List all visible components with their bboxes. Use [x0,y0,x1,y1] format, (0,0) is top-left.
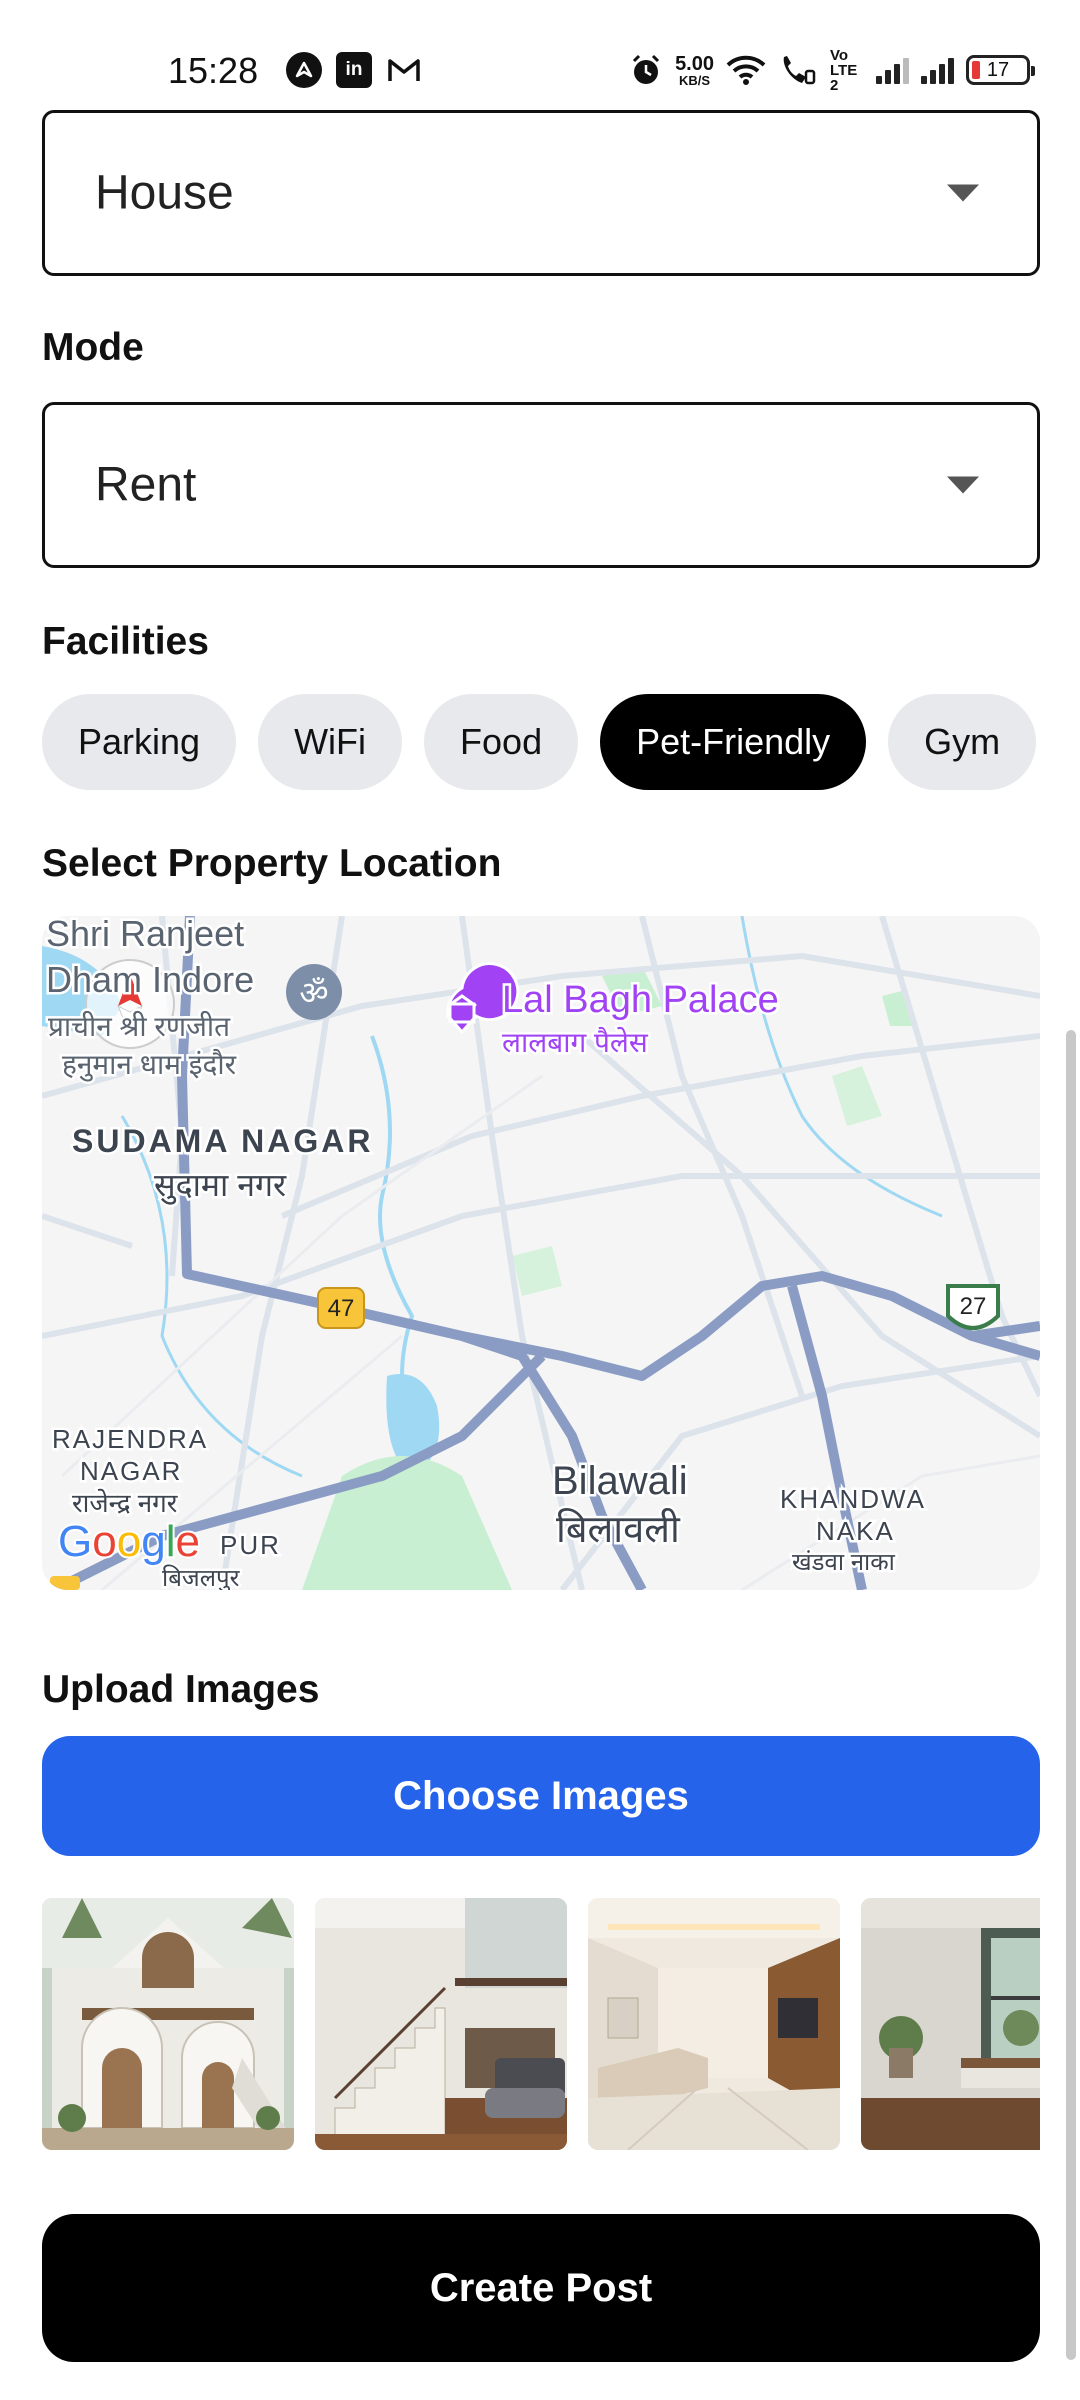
map-label-lal-bagh-hindi: लालबाग पैलेस [502,1026,649,1058]
map-label-rajendra-hindi: राजेन्द्र नगर [72,1488,179,1518]
living-room-sofa-image[interactable] [588,1898,840,2150]
svg-text:27: 27 [960,1293,987,1320]
dropdown-arrow-icon [947,476,979,494]
mode-dropdown[interactable]: Rent [42,402,1040,568]
upload-label: Upload Images [42,1668,320,1711]
mode-label: Mode [42,326,144,369]
map-label-lal-bagh: Lal Bagh Palace [502,979,779,1021]
map-label-bilawali: Bilawali [552,1459,688,1503]
volte-indicator: Vo LTE2 [830,46,858,94]
signal-2-icon [921,56,954,84]
map-label-khandwa-1: KHANDWA [780,1484,926,1514]
chip-gym[interactable]: Gym [888,694,1037,790]
map-label-khandwa-2: NAKA [816,1516,895,1546]
house-exterior-image[interactable] [42,1898,294,2150]
map-label-sudama-nagar: SUDAMA NAGAR [72,1123,373,1159]
map-label-bijalpur: PUR [220,1530,281,1560]
alarm-icon [633,54,660,84]
highway-47-shield: 47 [317,1287,365,1329]
map-label-rajendra-1: RAJENDRA [52,1424,208,1454]
choose-images-button[interactable]: Choose Images [42,1736,1040,1856]
svg-text:Google: Google [58,1517,200,1566]
map-label-dham-indore: Dham Indore [46,959,254,1000]
navigation-app-icon [286,52,322,88]
battery-icon: 17 [966,55,1035,85]
property-type-value: House [95,166,234,220]
dropdown-arrow-icon [947,184,979,202]
map-label-sudama-hindi: सुदामा नगर [154,1167,287,1205]
temple-poi-icon: ॐ [286,964,342,1020]
mode-value: Rent [95,458,197,512]
facilities-chips: Parking WiFi Food Pet-Friendly Gym [42,694,1037,790]
living-room-stairs-image[interactable] [315,1898,567,2150]
chip-food[interactable]: Food [424,694,579,790]
map-label-shri-ranjeet: Shri Ranjeet [46,916,244,954]
wifi-icon [726,55,766,85]
map-label-bilawali-hindi: बिलावली [556,1507,681,1551]
chip-parking[interactable]: Parking [42,694,237,790]
map-label-shri-hindi-1: प्राचीन श्री रणजीत [48,1010,231,1042]
highway-27-shield: 27 [946,1284,1000,1330]
status-bar: 15:28 in 5.00 KB/S Vo LTE2 17 [0,0,1080,100]
svg-text:ॐ: ॐ [299,974,328,1012]
status-time: 15:28 [168,50,259,91]
signal-1-icon [876,56,909,84]
highway-shield-partial [50,1576,80,1590]
chip-wifi[interactable]: WiFi [258,694,403,790]
map-label-shri-hindi-2: हनुमान धाम इंदौर [62,1048,237,1082]
chip-pet-friendly[interactable]: Pet-Friendly [600,694,867,790]
location-map[interactable]: 47 27 ॐ Shri Ranjeet Dham Indore प्राचीन… [42,916,1040,1590]
facilities-label: Facilities [42,620,209,663]
wifi-calling-icon [783,56,816,85]
scrollbar[interactable] [1066,1030,1076,2360]
property-type-dropdown[interactable]: House [42,110,1040,276]
network-speed: 5.00 KB/S [675,52,714,88]
map-label-khandwa-hindi: खंडवा नाका [792,1549,896,1576]
map-label-bijalpur-hindi: बिजलपुर [162,1564,241,1590]
linkedin-icon: in [336,52,372,88]
svg-text:47: 47 [328,1295,355,1322]
image-thumbnails [42,1898,1040,2150]
gmail-icon [386,52,422,88]
create-post-button[interactable]: Create Post [42,2214,1040,2362]
google-logo: Google [56,1515,202,1568]
location-label: Select Property Location [42,842,502,885]
map-label-rajendra-2: NAGAR [80,1456,182,1486]
status-icons: 5.00 KB/S Vo LTE2 17 [629,46,1035,94]
window-nook-image[interactable] [861,1898,1040,2150]
